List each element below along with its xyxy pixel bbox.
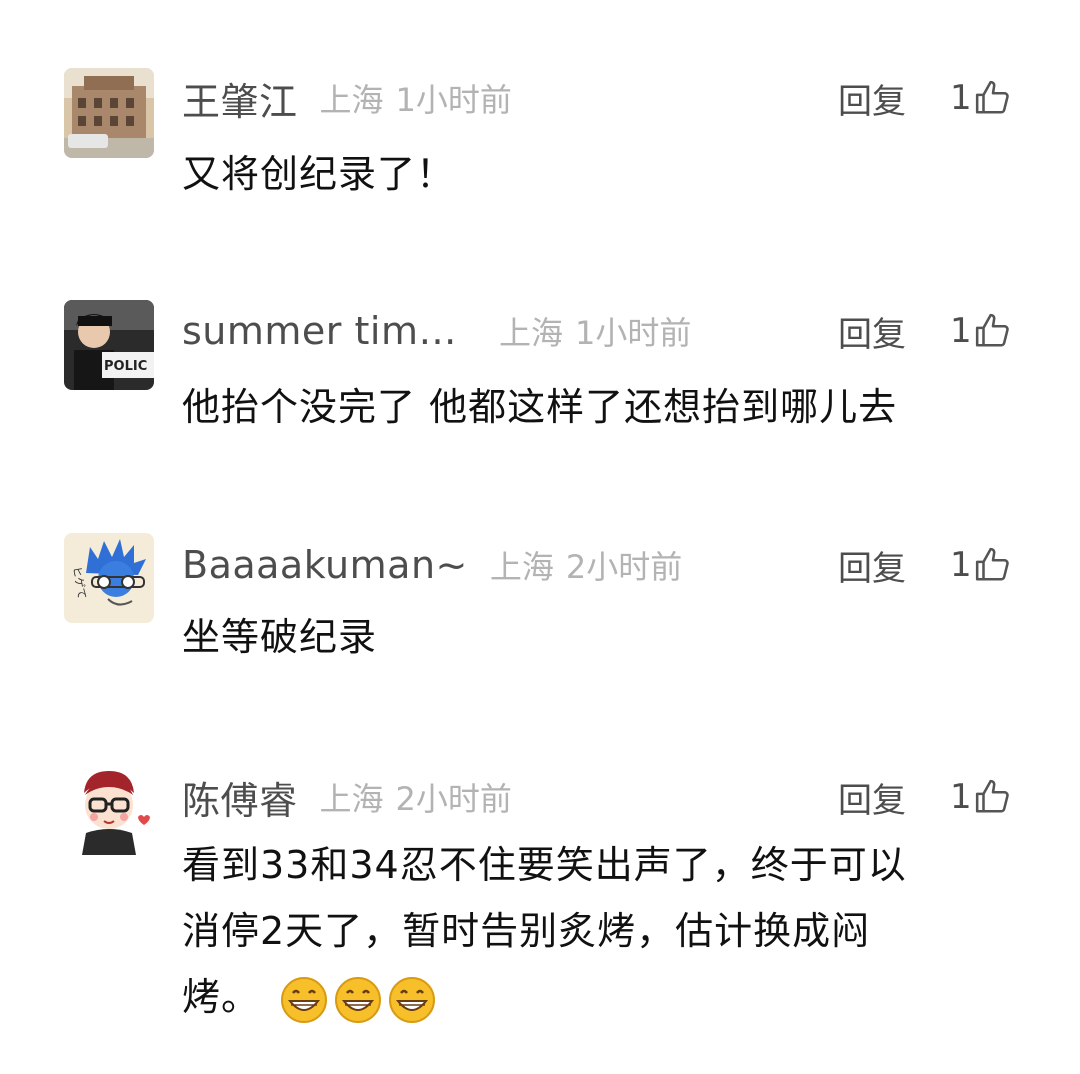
like-count: 1 [950,545,972,585]
comment-text-line: 看到33和34忍不住要笑出声了，终于可以 [182,843,907,887]
comment-text: 看到33和34忍不住要笑出声了，终于可以 消停2天了，暂时告别炙烤，估计换成闷 … [182,832,1022,1030]
comment-header: Baaaakuman~ 上海 2小时前 回复 1 [182,535,1020,595]
location-label: 上海 [319,81,384,119]
avatar[interactable] [64,68,154,158]
comment-meta: 上海 1小时前 [320,75,512,121]
reply-button[interactable]: 回复 [838,74,906,123]
timestamp: 2小时前 [395,780,512,818]
grin-emoji-icon [335,976,382,1023]
location-label: 上海 [319,780,384,818]
avatar[interactable]: ヒゲて [64,533,154,623]
comment-text: 又将创纪录了！ [182,152,456,196]
timestamp: 1小时前 [575,314,692,352]
building-photo-avatar [64,68,154,158]
thumbs-up-icon [975,80,1009,114]
avatar[interactable] [64,765,154,855]
username[interactable]: Baaaakuman~ [182,543,468,587]
like-button[interactable]: 1 [950,311,1012,351]
thumbs-up-icon [975,547,1009,581]
avatar-text: POLIC [104,359,147,374]
comment-meta: 上海 1小时前 [499,308,691,354]
like-button[interactable]: 1 [950,545,1012,585]
comment-text-line-with-emoji: 烤。 [182,964,1022,1030]
grin-emoji-icon [389,976,436,1023]
comment-text: 坐等破纪录 [182,615,378,659]
police-photo-avatar: POLIC [64,300,154,390]
cartoon-blue-hair-avatar: ヒゲて [64,533,154,623]
like-count: 1 [950,777,972,817]
like-count: 1 [950,78,972,118]
reply-button[interactable]: 回复 [838,541,906,590]
cartoon-boy-glasses-avatar [64,765,154,855]
comment-text-line: 消停2天了，暂时告别炙烤，估计换成闷 [182,909,871,953]
comment-meta: 上海 2小时前 [490,542,682,588]
thumbs-up-icon [975,779,1009,813]
like-button[interactable]: 1 [950,777,1012,817]
comment-header: 陈傅睿 上海 2小时前 回复 1 [182,767,1020,827]
username[interactable]: summer tim… [182,309,457,353]
location-label: 上海 [498,314,563,352]
comment-header: summer tim… 上海 1小时前 回复 1 [182,301,1020,361]
username[interactable]: 陈傅睿 [182,770,298,825]
location-label: 上海 [489,548,554,586]
grin-emoji-icon [281,976,328,1023]
comment-meta: 上海 2小时前 [320,774,512,820]
comment-text-line: 烤。 [182,975,261,1019]
avatar[interactable]: POLIC [64,300,154,390]
like-count: 1 [950,311,972,351]
reply-button[interactable]: 回复 [838,307,906,356]
like-button[interactable]: 1 [950,78,1012,118]
timestamp: 1小时前 [395,81,512,119]
emoji-row [279,975,441,1025]
thumbs-up-icon [975,313,1009,347]
timestamp: 2小时前 [565,548,683,586]
comment-header: 王肇江 上海 1小时前 回复 1 [182,68,1020,128]
username[interactable]: 王肇江 [182,71,298,126]
comment-text: 他抬个没完了 他都这样了还想抬到哪儿去 [182,385,898,429]
reply-button[interactable]: 回复 [838,773,906,822]
